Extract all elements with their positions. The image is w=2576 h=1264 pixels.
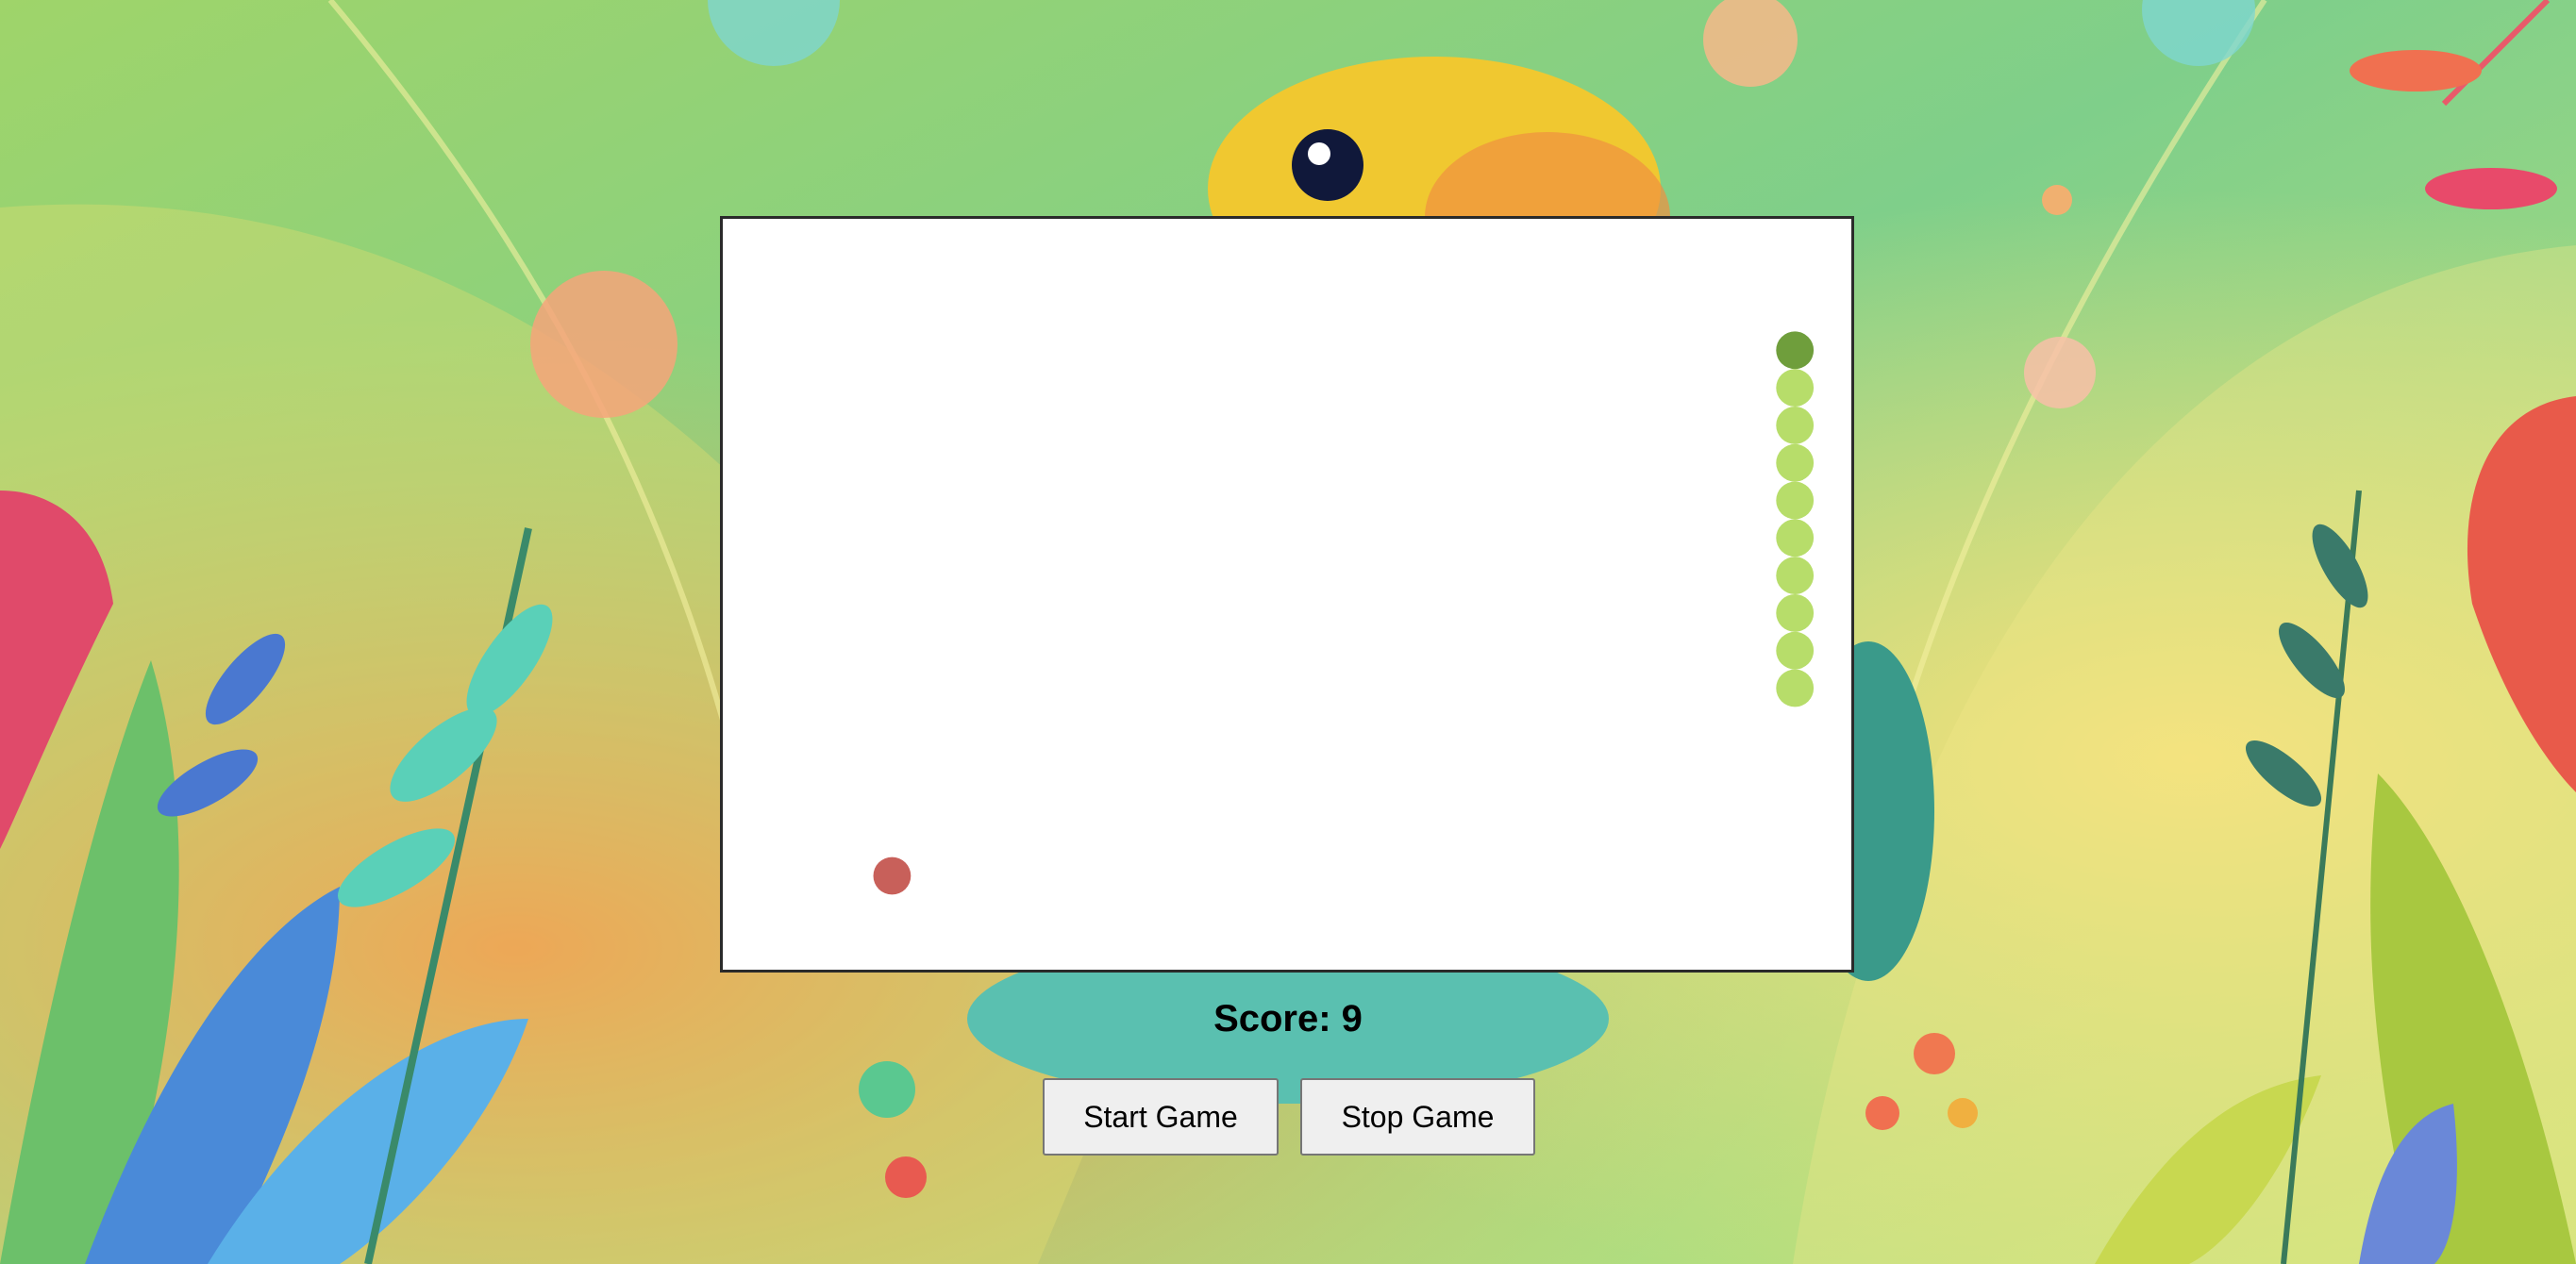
snake-segment bbox=[1776, 519, 1815, 557]
snake-segment bbox=[1776, 557, 1815, 594]
game-board bbox=[720, 216, 1854, 973]
snake-segment bbox=[1776, 594, 1815, 632]
snake-segment bbox=[1776, 631, 1815, 670]
start-game-button[interactable]: Start Game bbox=[1043, 1078, 1279, 1156]
snake-head bbox=[1776, 331, 1815, 370]
snake-segment bbox=[1776, 481, 1815, 520]
score-display: Score: 9 bbox=[1213, 998, 1363, 1039]
snake-segment bbox=[1776, 407, 1815, 444]
food-pellet bbox=[873, 857, 912, 895]
snake-segment bbox=[1776, 443, 1815, 482]
snake-segment bbox=[1776, 669, 1815, 707]
game-board-canvas bbox=[873, 331, 1815, 895]
stop-game-button[interactable]: Stop Game bbox=[1300, 1078, 1535, 1156]
snake-segment bbox=[1776, 369, 1815, 407]
